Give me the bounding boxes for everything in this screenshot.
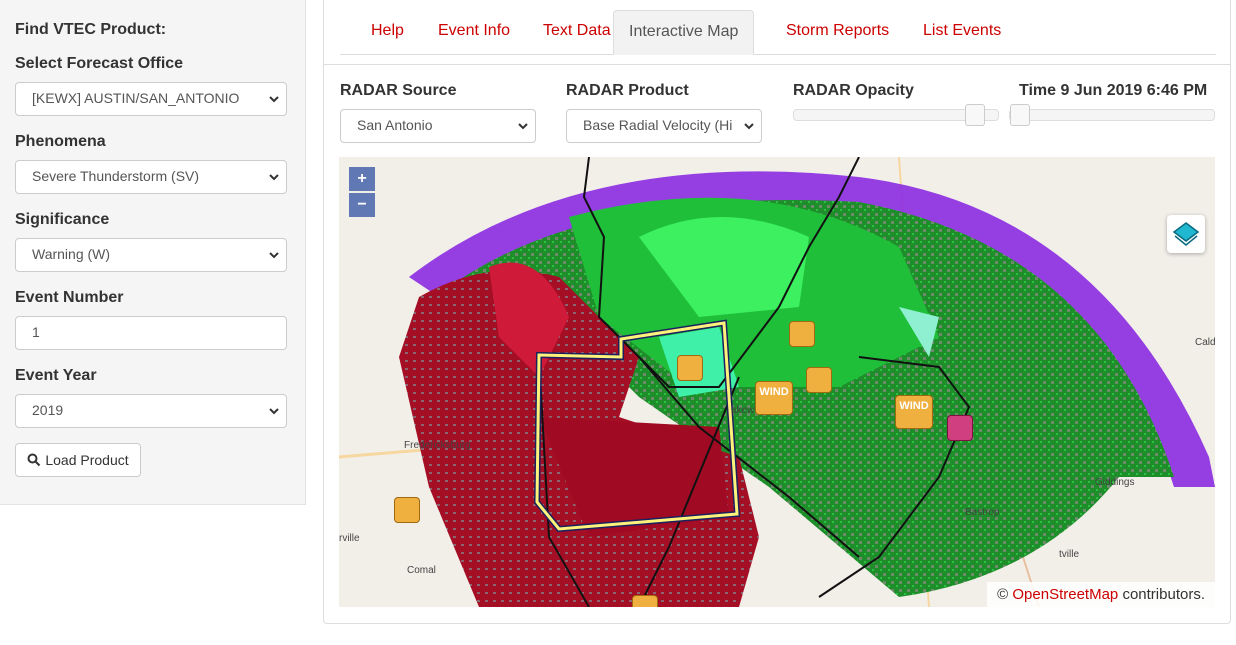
wind-report-icon[interactable]: WIND (895, 395, 933, 429)
significance-label: Significance (15, 211, 110, 228)
significance-select[interactable]: Warning (W) (15, 238, 287, 272)
radar-opacity-handle[interactable] (965, 104, 985, 126)
tab-storm-reports[interactable]: Storm Reports (771, 10, 904, 54)
tab-bar: Help Event Info Text Data Interactive Ma… (340, 10, 1216, 55)
radar-source-select[interactable]: San Antonio (340, 109, 536, 143)
event-year-label: Event Year (15, 367, 97, 384)
event-number-label: Event Number (15, 289, 124, 306)
radar-opacity-label: RADAR Opacity (793, 82, 914, 99)
load-product-button[interactable]: Load Product (15, 443, 141, 477)
layers-button[interactable] (1167, 215, 1205, 253)
zoom-in-button[interactable]: + (349, 167, 375, 191)
place-giddings: Giddings (1095, 477, 1135, 488)
chevron-down-icon (269, 174, 279, 181)
panel-title: Find VTEC Product: (15, 21, 167, 38)
event-year-select-value: 2019 (32, 402, 64, 418)
time-label: Time 9 Jun 2019 6:46 PM (1019, 82, 1208, 99)
divider (324, 64, 1230, 65)
attribution-suffix: contributors. (1122, 586, 1205, 603)
event-number-value: 1 (32, 324, 40, 340)
place-bastrop: Bastrop (965, 507, 1000, 518)
tab-event-info[interactable]: Event Info (423, 10, 525, 54)
attribution-prefix: © (997, 586, 1009, 603)
layers-icon (1172, 222, 1200, 246)
storm-report-icon[interactable] (806, 367, 832, 393)
storm-report-icon[interactable] (632, 595, 658, 607)
time-slider-handle[interactable] (1010, 104, 1030, 126)
storm-report-icon[interactable] (394, 497, 420, 523)
chevron-down-icon (269, 96, 279, 103)
phenomena-label: Phenomena (15, 133, 106, 150)
tab-text-data[interactable]: Text Data (528, 10, 626, 54)
radar-product-label: RADAR Product (566, 82, 689, 99)
radar-source-value: San Antonio (357, 117, 433, 133)
tab-list-events[interactable]: List Events (908, 10, 1016, 54)
place-tville: tville (1059, 549, 1080, 560)
chevron-down-icon (269, 408, 279, 415)
office-select[interactable]: [KEWX] AUSTIN/SAN_ANTONIO (15, 82, 287, 116)
place-comal: Comal (407, 565, 436, 576)
time-slider[interactable] (1009, 104, 1215, 126)
hail-report-icon[interactable] (947, 415, 973, 441)
chevron-down-icon (269, 252, 279, 259)
radar-product-value: Base Radial Velocity (Hi (583, 117, 733, 133)
main-panel: Help Event Info Text Data Interactive Ma… (323, 0, 1231, 624)
radar-map[interactable]: + − Fredericksburg Caldwell Giddings Bas… (339, 157, 1215, 607)
office-label: Select Forecast Office (15, 55, 184, 72)
load-product-label: Load Product (45, 452, 129, 468)
search-icon (27, 453, 41, 467)
tab-help[interactable]: Help (356, 10, 419, 54)
openstreetmap-link[interactable]: OpenStreetMap (1012, 586, 1118, 603)
radar-product-select[interactable]: Base Radial Velocity (Hi (566, 109, 762, 143)
storm-report-icon[interactable] (789, 321, 815, 347)
chevron-down-icon (518, 123, 528, 130)
phenomena-select-value: Severe Thunderstorm (SV) (32, 168, 200, 184)
place-rville: rville (339, 533, 360, 544)
vtec-search-panel: Find VTEC Product: Select Forecast Offic… (0, 0, 306, 505)
place-akew: akew (731, 405, 755, 416)
radar-opacity-slider[interactable] (793, 104, 999, 126)
event-year-select[interactable]: 2019 (15, 394, 287, 428)
office-select-value: [KEWX] AUSTIN/SAN_ANTONIO (32, 90, 240, 106)
tab-interactive-map[interactable]: Interactive Map (613, 10, 754, 55)
significance-select-value: Warning (W) (32, 246, 111, 262)
phenomena-select[interactable]: Severe Thunderstorm (SV) (15, 160, 287, 194)
map-attribution: © OpenStreetMap contributors. (987, 582, 1215, 607)
place-caldwell: Caldwell (1195, 337, 1215, 348)
zoom-out-button[interactable]: − (349, 193, 375, 217)
chevron-down-icon (744, 123, 754, 130)
radar-source-label: RADAR Source (340, 82, 457, 99)
wind-report-icon[interactable]: WIND (755, 381, 793, 415)
event-number-input[interactable]: 1 (15, 316, 287, 350)
storm-report-icon[interactable] (677, 355, 703, 381)
place-fredericksburg: Fredericksburg (404, 440, 471, 451)
